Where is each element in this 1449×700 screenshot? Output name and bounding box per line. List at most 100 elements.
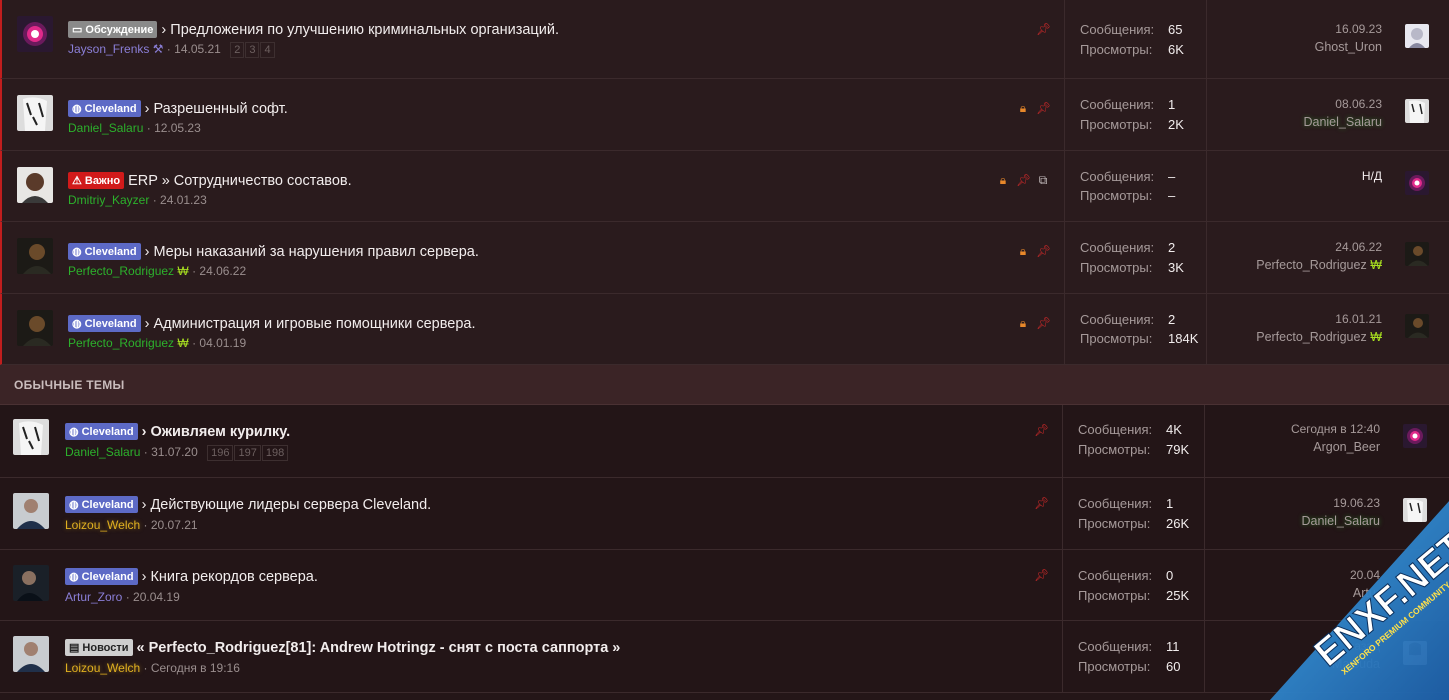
thread-row: ◍ Cleveland › Администрация и игровые помо… — [0, 294, 1449, 365]
thread-main-cell: ▤ Новости « Perfecto_Rodriguez[81]: Andrew… — [0, 621, 1063, 692]
thread-status-icons: 📌︎ — [1028, 423, 1049, 437]
thread-status-icons: 🔒︎ 📌︎ — [1010, 316, 1051, 331]
last-post-user[interactable]: Daniel_Salaru — [1303, 115, 1382, 129]
last-post-date[interactable]: 16.01.21 — [1335, 312, 1382, 326]
avatar[interactable] — [17, 95, 53, 131]
last-post-avatar[interactable] — [1403, 641, 1427, 665]
thread-prefix[interactable]: ◍ Cleveland — [68, 100, 141, 117]
thread-author[interactable]: Daniel_Salaru — [68, 121, 143, 135]
avatar[interactable] — [17, 310, 53, 346]
last-post: 19.06.23 Daniel_Salaru — [1206, 478, 1449, 549]
replies-count: – — [1168, 169, 1176, 184]
won-icon: ₩ — [1366, 330, 1382, 344]
thread-title-link[interactable]: Разрешенный софт. — [153, 101, 287, 117]
avatar[interactable] — [17, 167, 53, 203]
last-post-avatar[interactable] — [1403, 498, 1427, 522]
thread-title-link[interactable]: ERP » Сотрудничество составов. — [128, 173, 352, 189]
last-post-date[interactable]: 08.06.23 — [1335, 97, 1382, 111]
thread-prefix[interactable]: ▤ Новости — [65, 639, 133, 656]
last-post-date[interactable]: назад — [1348, 639, 1380, 653]
last-post: назад Matsuda — [1206, 621, 1449, 692]
replies-count: 65 — [1168, 22, 1183, 37]
thread-main-cell: ◍ Cleveland › Меры наказаний за нарушения … — [2, 222, 1065, 293]
page-link[interactable]: 198 — [261, 445, 289, 461]
thread-start-date[interactable]: 20.04.19 — [133, 590, 180, 604]
thread-start-date[interactable]: 24.01.23 — [160, 193, 207, 207]
pin-icon: 📌︎ — [1034, 496, 1050, 510]
thread-main-cell: ◍ Cleveland › Администрация и игровые помо… — [2, 294, 1065, 364]
thread-title-link[interactable]: « Perfecto_Rodriguez[81]: Andrew Hotring… — [137, 640, 621, 656]
avatar[interactable] — [17, 238, 53, 274]
thread-prefix[interactable]: ⚠ Важно — [68, 172, 125, 189]
page-link[interactable]: 197 — [234, 445, 261, 461]
thread-author[interactable]: Perfecto_Rodriguez — [68, 336, 174, 350]
last-post-user[interactable]: Perfecto_Rodriguez ₩ — [1256, 330, 1382, 344]
thread-prefix[interactable]: ◍ Cleveland — [65, 496, 138, 513]
last-post-user[interactable]: Ghost_Uron — [1315, 40, 1382, 54]
page-link[interactable]: 2 — [230, 42, 245, 58]
thread-author[interactable]: Daniel_Salaru — [65, 445, 140, 459]
thread-author[interactable]: Artur_Zoro — [65, 590, 122, 604]
chat-icon: ▭ — [72, 24, 83, 36]
thread-title-link[interactable]: Книга рекордов сервера. — [150, 569, 317, 585]
avatar[interactable] — [13, 565, 49, 601]
views-count: 79K — [1166, 442, 1190, 457]
last-post: 24.06.22 Perfecto_Rodriguez ₩ — [1208, 222, 1449, 293]
last-post-date[interactable]: 24.06.22 — [1335, 240, 1382, 254]
avatar[interactable] — [13, 419, 49, 455]
last-post-date[interactable]: 19.06.23 — [1333, 496, 1380, 510]
thread-title-link[interactable]: Оживляем курилку. — [150, 424, 290, 440]
last-post-avatar[interactable] — [1405, 99, 1429, 123]
last-post-user[interactable]: Perfecto_Rodriguez ₩ — [1256, 258, 1382, 272]
last-post-user[interactable]: Daniel_Salaru — [1301, 514, 1380, 528]
thread-stats: Сообщения: 1 Просмотры: 26K — [1063, 478, 1205, 549]
thread-author[interactable]: Jayson_Frenks — [68, 42, 149, 56]
replies-count: 4K — [1166, 422, 1182, 437]
avatar[interactable] — [13, 636, 49, 672]
lock-icon: 🔒︎ — [1019, 244, 1027, 258]
last-post-date[interactable]: 20.04 — [1350, 568, 1380, 582]
globe-icon: ◍ — [69, 426, 79, 438]
thread-start-date[interactable]: 14.05.21 — [174, 42, 221, 56]
last-post-user[interactable]: Argon_Beer — [1313, 440, 1380, 454]
thread-main-cell: ◍ Cleveland › Оживляем курилку. Daniel_Sal… — [0, 405, 1063, 477]
thread-stats: Сообщения: – Просмотры: – — [1065, 151, 1207, 221]
globe-icon: ◍ — [72, 318, 82, 330]
thread-row: ◍ Cleveland › Меры наказаний за нарушения … — [0, 222, 1449, 294]
thread-title-link[interactable]: Администрация и игровые помощники сервер… — [153, 316, 475, 332]
thread-start-date[interactable]: 20.07.21 — [151, 518, 198, 532]
thread-title-link[interactable]: Меры наказаний за нарушения правил серве… — [153, 244, 478, 260]
thread-prefix[interactable]: ◍ Cleveland — [65, 423, 138, 440]
avatar[interactable] — [17, 16, 53, 52]
last-post-avatar[interactable] — [1403, 424, 1427, 448]
last-post-user[interactable]: Matsuda — [1332, 657, 1380, 671]
thread-title-link[interactable]: Действующие лидеры сервера Cleveland. — [150, 497, 431, 513]
thread-start-date[interactable]: 04.01.19 — [199, 336, 246, 350]
last-post-date[interactable]: Сегодня в 12:40 — [1291, 422, 1380, 436]
thread-author[interactable]: Loizou_Welch — [65, 518, 140, 532]
thread-prefix[interactable]: ◍ Cleveland — [65, 568, 138, 585]
thread-author[interactable]: Dmitriy_Kayzer — [68, 193, 149, 207]
last-post-user[interactable]: Artur — [1353, 586, 1380, 600]
thread-start-date[interactable]: Сегодня в 19:16 — [151, 661, 240, 675]
thread-author[interactable]: Loizou_Welch — [65, 661, 140, 675]
last-post-avatar[interactable] — [1405, 24, 1429, 48]
thread-start-date[interactable]: 12.05.23 — [154, 121, 201, 135]
pin-icon: 📌︎ — [1036, 244, 1052, 258]
page-link[interactable]: 196 — [207, 445, 234, 461]
thread-start-date[interactable]: 31.07.20 — [151, 445, 198, 459]
avatar[interactable] — [13, 493, 49, 529]
last-post-avatar[interactable] — [1405, 314, 1429, 338]
last-post-avatar[interactable] — [1405, 242, 1429, 266]
page-link[interactable]: 4 — [260, 42, 275, 58]
thread-title-link[interactable]: Предложения по улучшению криминальных ор… — [170, 22, 559, 38]
last-post-avatar[interactable] — [1405, 171, 1429, 195]
thread-author[interactable]: Perfecto_Rodriguez — [68, 264, 174, 278]
thread-prefix[interactable]: ▭ Обсуждение — [68, 21, 158, 38]
page-link[interactable]: 3 — [245, 42, 260, 58]
thread-prefix[interactable]: ◍ Cleveland — [68, 243, 141, 260]
thread-start-date[interactable]: 24.06.22 — [199, 264, 246, 278]
last-post-date[interactable]: 16.09.23 — [1335, 22, 1382, 36]
thread-stats: Сообщения: 1 Просмотры: 2K — [1065, 79, 1207, 150]
thread-prefix[interactable]: ◍ Cleveland — [68, 315, 141, 332]
